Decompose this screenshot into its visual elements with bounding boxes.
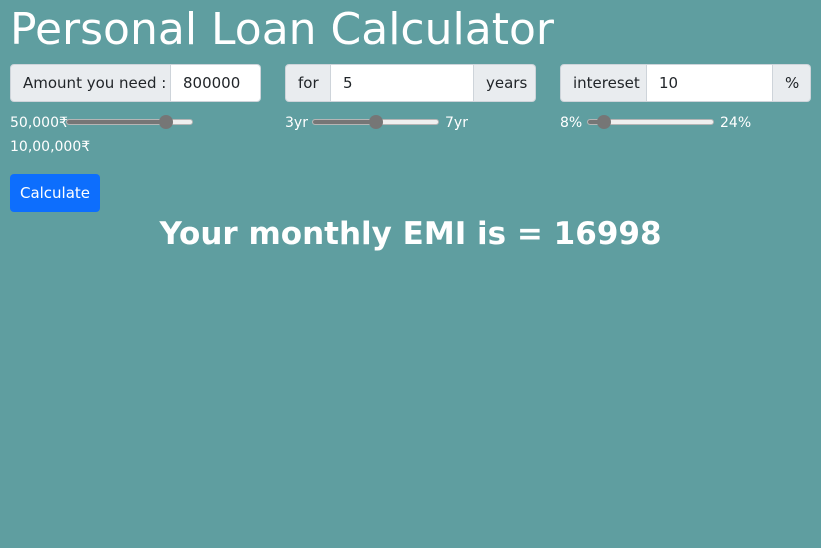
interest-slider-thumb[interactable] [596, 115, 611, 129]
tenure-min-label: 3yr [285, 115, 308, 131]
interest-min-label: 8% [560, 115, 583, 131]
amount-slider-fill [67, 120, 166, 124]
interest-suffix: % [773, 64, 811, 102]
interest-label: intereset [560, 64, 647, 102]
interest-slider[interactable] [587, 115, 714, 129]
amount-max-label: 10,00,000₹ [10, 139, 91, 155]
tenure-slider-fill [313, 120, 376, 124]
tenure-suffix: years [474, 64, 536, 102]
tenure-slider[interactable] [312, 115, 439, 129]
interest-input-group: intereset % [560, 64, 811, 102]
amount-input-group: Amount you need : [10, 64, 261, 102]
page-title: Personal Loan Calculator [10, 4, 554, 55]
tenure-slider-thumb[interactable] [368, 115, 383, 129]
amount-slider[interactable] [66, 115, 193, 129]
amount-slider-row: 50,000₹ [10, 114, 200, 132]
loan-calculator-page: Personal Loan Calculator Amount you need… [0, 0, 821, 548]
tenure-input[interactable] [331, 64, 474, 102]
amount-input[interactable] [171, 64, 261, 102]
interest-max-label: 24% [720, 115, 752, 131]
tenure-input-group: for years [285, 64, 536, 102]
interest-slider-row: 8% 24% [560, 114, 780, 132]
tenure-max-label: 7yr [445, 115, 468, 131]
emi-result: Your monthly EMI is = 16998 [159, 216, 662, 252]
tenure-slider-row: 3yr 7yr [285, 114, 485, 132]
calculate-button[interactable]: Calculate [10, 174, 100, 212]
amount-label: Amount you need : [10, 64, 171, 102]
interest-input[interactable] [647, 64, 773, 102]
amount-slider-thumb[interactable] [158, 115, 173, 129]
amount-min-label: 50,000₹ [10, 115, 68, 131]
tenure-label: for [285, 64, 331, 102]
